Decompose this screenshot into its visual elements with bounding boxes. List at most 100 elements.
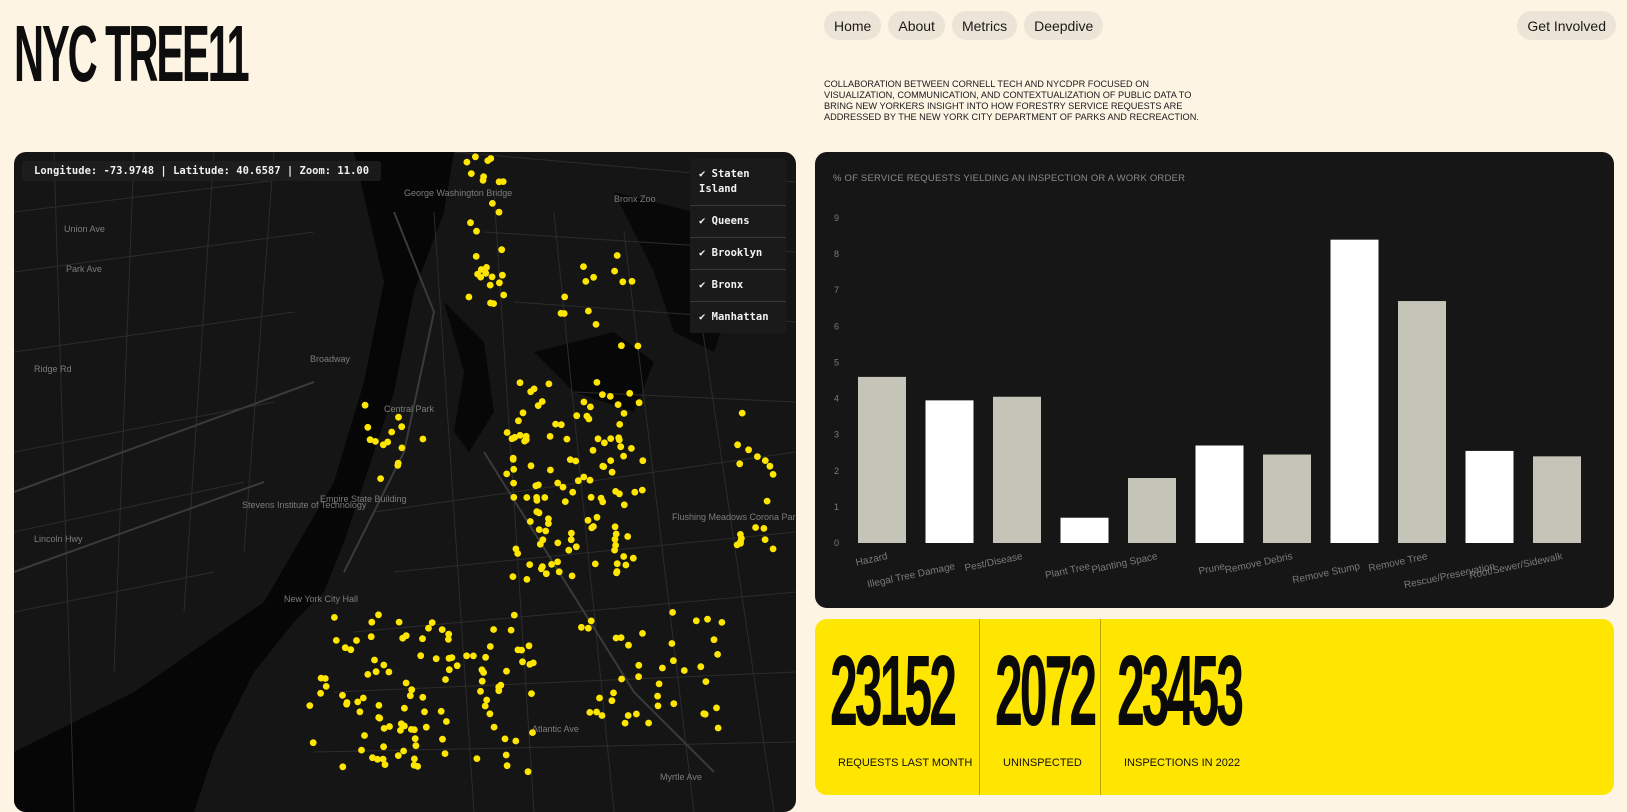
service-request-marker[interactable]	[547, 466, 554, 474]
service-request-marker[interactable]	[670, 700, 678, 708]
service-request-marker[interactable]	[463, 652, 470, 660]
service-request-marker[interactable]	[443, 718, 450, 725]
service-request-marker[interactable]	[635, 661, 643, 669]
service-request-marker[interactable]	[614, 401, 622, 408]
service-request-marker[interactable]	[557, 421, 565, 429]
service-request-marker[interactable]	[428, 619, 436, 626]
service-request-marker[interactable]	[417, 652, 425, 660]
service-request-marker[interactable]	[574, 477, 582, 485]
service-request-marker[interactable]	[598, 712, 606, 719]
service-request-marker[interactable]	[385, 668, 393, 676]
service-request-marker[interactable]	[375, 611, 382, 619]
service-request-marker[interactable]	[563, 435, 571, 443]
service-request-marker[interactable]	[620, 501, 628, 509]
service-request-marker[interactable]	[366, 436, 374, 444]
service-request-marker[interactable]	[615, 436, 623, 444]
service-request-marker[interactable]	[541, 494, 549, 501]
service-request-marker[interactable]	[394, 752, 402, 759]
service-request-marker[interactable]	[353, 637, 360, 644]
service-request-marker[interactable]	[482, 653, 489, 661]
service-request-marker[interactable]	[529, 659, 537, 667]
site-logo[interactable]: NYC TREE11	[14, 14, 250, 94]
service-request-marker[interactable]	[635, 399, 643, 407]
service-request-marker[interactable]	[377, 475, 384, 482]
service-request-marker[interactable]	[406, 692, 414, 700]
service-request-marker[interactable]	[529, 729, 536, 736]
service-request-marker[interactable]	[697, 663, 705, 671]
service-request-marker[interactable]	[445, 630, 453, 638]
service-request-marker[interactable]	[565, 546, 573, 554]
service-request-marker[interactable]	[597, 494, 605, 502]
service-request-marker[interactable]	[317, 674, 325, 682]
layer-manhattan-toggle[interactable]: ✔ Manhattan	[690, 302, 786, 333]
service-request-marker[interactable]	[500, 291, 508, 299]
service-request-marker[interactable]	[714, 724, 722, 732]
service-request-marker[interactable]	[596, 694, 603, 702]
service-request-marker[interactable]	[419, 693, 427, 701]
service-request-marker[interactable]	[486, 643, 494, 650]
service-request-marker[interactable]	[613, 252, 621, 259]
service-request-marker[interactable]	[523, 576, 531, 583]
service-request-marker[interactable]	[432, 655, 440, 663]
service-request-marker[interactable]	[616, 421, 624, 428]
service-request-marker[interactable]	[622, 561, 630, 569]
service-request-marker[interactable]	[557, 309, 565, 317]
service-request-marker[interactable]	[331, 614, 338, 621]
service-request-marker[interactable]	[608, 468, 616, 476]
service-request-marker[interactable]	[654, 702, 662, 710]
service-request-marker[interactable]	[659, 664, 666, 672]
service-request-marker[interactable]	[611, 546, 618, 554]
service-request-marker[interactable]	[566, 456, 574, 463]
service-request-marker[interactable]	[394, 459, 402, 467]
service-request-marker[interactable]	[590, 273, 597, 281]
service-request-marker[interactable]	[606, 393, 614, 400]
service-request-marker[interactable]	[608, 697, 616, 705]
service-request-marker[interactable]	[611, 267, 618, 275]
map-view[interactable]: George Washington Bridge Bronx Zoo Central…	[14, 152, 796, 812]
bar-root-sewer-sidewalk[interactable]	[1533, 456, 1581, 543]
service-request-marker[interactable]	[634, 342, 642, 350]
service-request-marker[interactable]	[478, 677, 486, 685]
service-request-marker[interactable]	[769, 471, 777, 478]
service-request-marker[interactable]	[499, 271, 506, 279]
service-request-marker[interactable]	[380, 743, 387, 751]
service-request-marker[interactable]	[621, 719, 629, 727]
service-request-marker[interactable]	[411, 735, 419, 743]
bar-illegal-tree-damage[interactable]	[925, 400, 974, 543]
service-request-marker[interactable]	[639, 630, 646, 637]
service-request-marker[interactable]	[503, 470, 511, 478]
service-request-marker[interactable]	[512, 737, 520, 745]
service-request-marker[interactable]	[617, 634, 625, 641]
service-request-marker[interactable]	[421, 708, 428, 716]
service-request-marker[interactable]	[499, 178, 507, 185]
service-request-marker[interactable]	[561, 498, 569, 505]
bar-hazard[interactable]	[858, 376, 906, 543]
service-request-marker[interactable]	[402, 679, 410, 687]
service-request-marker[interactable]	[503, 667, 510, 675]
service-request-marker[interactable]	[760, 525, 768, 532]
service-request-marker[interactable]	[412, 742, 420, 750]
service-request-marker[interactable]	[507, 626, 515, 634]
service-request-marker[interactable]	[585, 307, 592, 315]
service-request-marker[interactable]	[401, 722, 408, 730]
service-request-marker[interactable]	[510, 611, 518, 619]
service-request-marker[interactable]	[481, 702, 489, 710]
service-request-marker[interactable]	[419, 435, 427, 443]
service-request-marker[interactable]	[467, 219, 474, 227]
bar-planting-space[interactable]	[1128, 478, 1176, 543]
service-request-marker[interactable]	[371, 656, 378, 664]
service-request-marker[interactable]	[599, 462, 607, 470]
service-request-marker[interactable]	[523, 494, 531, 501]
service-request-marker[interactable]	[620, 553, 628, 560]
layer-queens-toggle[interactable]: ✔ Queens	[690, 206, 786, 238]
service-request-marker[interactable]	[619, 278, 627, 286]
service-request-marker[interactable]	[343, 700, 350, 708]
service-request-marker[interactable]	[364, 423, 372, 431]
service-request-marker[interactable]	[419, 635, 426, 643]
service-request-marker[interactable]	[339, 763, 347, 771]
service-request-marker[interactable]	[573, 412, 581, 420]
layer-bronx-toggle[interactable]: ✔ Bronx	[690, 270, 786, 302]
service-request-marker[interactable]	[761, 457, 769, 464]
service-request-marker[interactable]	[498, 246, 506, 254]
service-request-marker[interactable]	[555, 568, 563, 576]
